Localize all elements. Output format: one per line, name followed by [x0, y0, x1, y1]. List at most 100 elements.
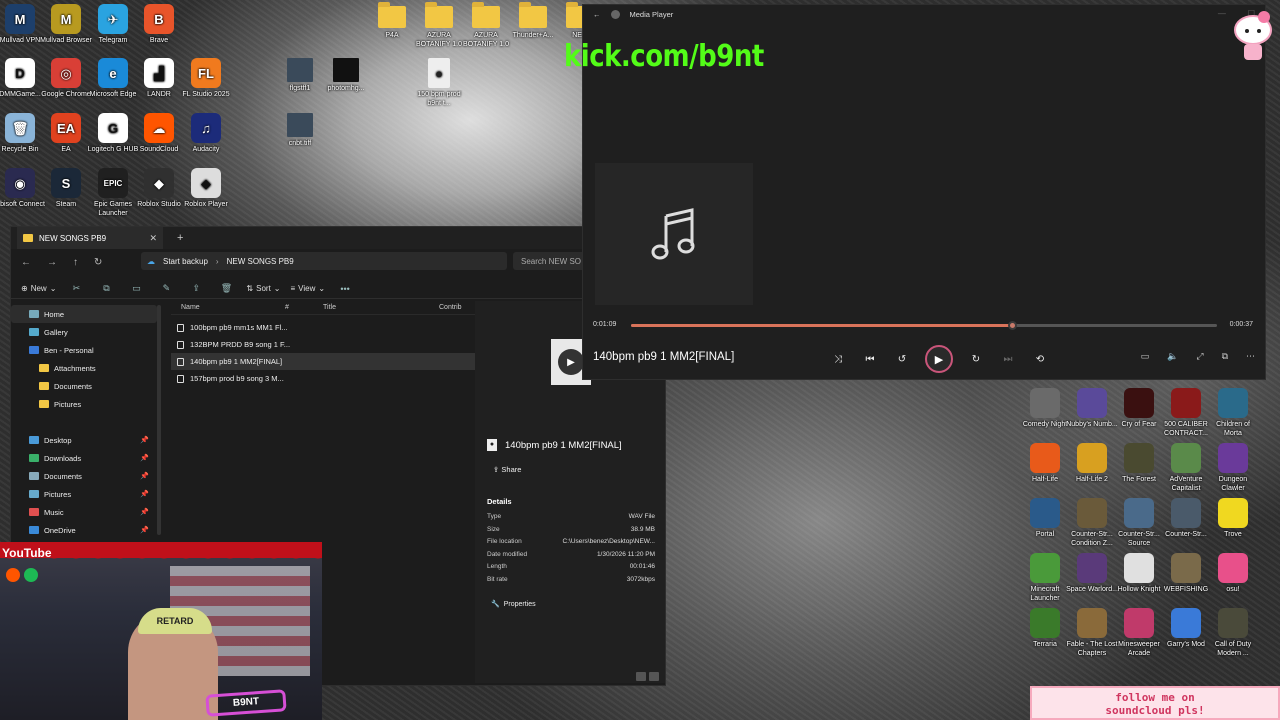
- desktop-shortcut[interactable]: Nubby's Numb...: [1066, 388, 1118, 429]
- cut-icon[interactable]: ✂: [66, 283, 86, 294]
- share-button[interactable]: ⇪ Share: [493, 465, 521, 474]
- desktop-shortcut[interactable]: Hollow Knight: [1113, 553, 1165, 594]
- nav-item[interactable]: Downloads 📌: [11, 449, 157, 467]
- desktop-shortcut[interactable]: Half-Life: [1019, 443, 1071, 484]
- nav-item[interactable]: Documents: [11, 377, 157, 395]
- desktop-shortcut[interactable]: e Microsoft Edge: [87, 58, 139, 99]
- nav-scrollbar[interactable]: [157, 305, 161, 535]
- desktop-shortcut[interactable]: Children of Morta: [1207, 388, 1259, 438]
- desktop-shortcut[interactable]: photomhg...: [320, 58, 372, 93]
- desktop-shortcut[interactable]: Counter-Str... Source: [1113, 498, 1165, 548]
- column-number[interactable]: #: [285, 304, 323, 311]
- desktop-shortcut[interactable]: B Brave: [133, 4, 185, 45]
- rename-icon[interactable]: ✎: [156, 283, 176, 294]
- desktop-shortcut[interactable]: Trove: [1207, 498, 1259, 539]
- nav-item[interactable]: Music 📌: [11, 503, 157, 521]
- address-bar[interactable]: ☁ Start backup › NEW SONGS PB9: [141, 252, 507, 270]
- desktop-shortcut[interactable]: Counter-Str... Condition Z...: [1066, 498, 1118, 548]
- desktop-shortcut[interactable]: Fable - The Lost Chapters: [1066, 608, 1118, 658]
- delete-icon[interactable]: 🗑: [216, 283, 236, 294]
- view-button[interactable]: ≡ View ⌄: [291, 284, 326, 293]
- desktop-shortcut[interactable]: ✈ Telegram: [87, 4, 139, 45]
- tiles-view-icon[interactable]: [649, 672, 659, 681]
- explorer-tab[interactable]: NEW SONGS PB9 ✕: [17, 227, 163, 249]
- desktop-shortcut[interactable]: Garry's Mod: [1160, 608, 1212, 649]
- paste-icon[interactable]: ▭: [126, 283, 146, 294]
- nav-item[interactable]: Pictures: [11, 395, 157, 413]
- column-name[interactable]: Name: [171, 304, 285, 311]
- desktop-shortcut[interactable]: ● 150 bpm prod b9nt t...: [413, 58, 465, 108]
- refresh-icon[interactable]: ↻: [94, 257, 102, 268]
- desktop-shortcut[interactable]: EPIC Epic Games Launcher: [87, 168, 139, 218]
- previous-icon[interactable]: ⏮: [861, 354, 879, 365]
- properties-button[interactable]: 🔧 Properties: [491, 597, 551, 611]
- desktop-shortcut[interactable]: AZURA BOTANIFY 1.0: [413, 2, 465, 49]
- desktop-shortcut[interactable]: Half-Life 2: [1066, 443, 1118, 484]
- desktop-shortcut[interactable]: flgstff1: [274, 58, 326, 93]
- desktop-shortcut[interactable]: ◆ Roblox Studio: [133, 168, 185, 209]
- desktop-shortcut[interactable]: osu!: [1207, 553, 1259, 594]
- desktop-shortcut[interactable]: Counter-Str...: [1160, 498, 1212, 539]
- new-tab-button[interactable]: +: [177, 232, 183, 244]
- next-icon[interactable]: ⏭: [999, 354, 1017, 365]
- desktop-shortcut[interactable]: EA EA: [40, 113, 92, 154]
- minimize-icon[interactable]: —: [1218, 9, 1226, 18]
- desktop-shortcut[interactable]: ♫ Audacity: [180, 113, 232, 154]
- desktop-shortcut[interactable]: AdVenture Capitalist: [1160, 443, 1212, 493]
- desktop-shortcut[interactable]: ◆ Roblox Player: [180, 168, 232, 209]
- desktop-shortcut[interactable]: 500 CALIBER CONTRACT...: [1160, 388, 1212, 438]
- desktop-shortcut[interactable]: Portal: [1019, 498, 1071, 539]
- nav-item[interactable]: Attachments: [11, 359, 157, 377]
- desktop-shortcut[interactable]: Cry of Fear: [1113, 388, 1165, 429]
- desktop-shortcut[interactable]: ◎ Google Chrome: [40, 58, 92, 99]
- file-row[interactable]: 100bpm pb9 mm1s MM1 Fl...: [171, 319, 475, 336]
- seek-bar[interactable]: [631, 321, 1217, 330]
- desktop-shortcut[interactable]: M Mullvad Browser: [40, 4, 92, 45]
- forward-30-icon[interactable]: ↻: [967, 354, 985, 365]
- desktop-shortcut[interactable]: S Steam: [40, 168, 92, 209]
- file-row[interactable]: 157bpm prod b9 song 3 M...: [171, 370, 475, 387]
- nav-item[interactable]: Ben - Personal: [11, 341, 157, 359]
- seek-thumb[interactable]: [1007, 321, 1017, 330]
- desktop-shortcut[interactable]: WEBFISHING: [1160, 553, 1212, 594]
- desktop-shortcut[interactable]: G Logitech G HUB: [87, 113, 139, 154]
- breadcrumb-item[interactable]: Start backup: [163, 257, 208, 266]
- breadcrumb-item[interactable]: NEW SONGS PB9: [227, 257, 294, 266]
- back-arrow-icon[interactable]: ←: [593, 10, 601, 19]
- desktop-shortcut[interactable]: cnbt.tiff: [274, 113, 326, 148]
- up-arrow-icon[interactable]: ↑: [73, 257, 78, 268]
- nav-item[interactable]: Desktop 📌: [11, 431, 157, 449]
- desktop-shortcut[interactable]: Terraria: [1019, 608, 1071, 649]
- desktop-shortcut[interactable]: Call of Duty Modern ...: [1207, 608, 1259, 658]
- desktop-shortcut[interactable]: AZURA BOTANIFY 1.0: [460, 2, 512, 49]
- nav-item[interactable]: Documents 📌: [11, 467, 157, 485]
- file-row[interactable]: 132BPM PRDD B9 song 1 F...: [171, 336, 475, 353]
- shuffle-icon[interactable]: ⤨: [829, 354, 847, 365]
- desktop-shortcut[interactable]: FL FL Studio 2025: [180, 58, 232, 99]
- desktop-shortcut[interactable]: Minesweeper Arcade: [1113, 608, 1165, 658]
- desktop-shortcut[interactable]: Minecraft Launcher: [1019, 553, 1071, 603]
- share-icon[interactable]: ⇪: [186, 283, 206, 294]
- copy-icon[interactable]: ⧉: [96, 283, 116, 294]
- new-button[interactable]: ⊕ New ⌄: [21, 284, 56, 293]
- file-row[interactable]: 140bpm pb9 1 MM2[FINAL]: [171, 353, 475, 370]
- play-button[interactable]: ▶: [925, 345, 953, 373]
- rewind-10-icon[interactable]: ↺: [893, 354, 911, 365]
- nav-item[interactable]: Home: [11, 305, 157, 323]
- desktop-shortcut[interactable]: Dungeon Clawler: [1207, 443, 1259, 493]
- desktop-shortcut[interactable]: The Forest: [1113, 443, 1165, 484]
- fullscreen-icon[interactable]: ⤢: [1196, 351, 1203, 362]
- desktop-shortcut[interactable]: P4A: [366, 2, 418, 40]
- desktop-shortcut[interactable]: Comedy Night: [1019, 388, 1071, 429]
- volume-icon[interactable]: 🔈: [1167, 351, 1178, 362]
- sort-button[interactable]: ⇅ Sort ⌄: [246, 284, 280, 293]
- desktop-shortcut[interactable]: ☁ SoundCloud: [133, 113, 185, 154]
- desktop-shortcut[interactable]: Thunder+A...: [507, 2, 559, 40]
- more-icon[interactable]: ⋯: [1246, 351, 1255, 362]
- more-icon[interactable]: •••: [335, 284, 355, 294]
- repeat-off-icon[interactable]: ⟲: [1031, 354, 1049, 365]
- column-contrib[interactable]: Contrib: [439, 304, 462, 311]
- back-arrow-icon[interactable]: ←: [21, 257, 31, 268]
- cast-icon[interactable]: ⧉: [1222, 351, 1228, 362]
- details-view-icon[interactable]: [636, 672, 646, 681]
